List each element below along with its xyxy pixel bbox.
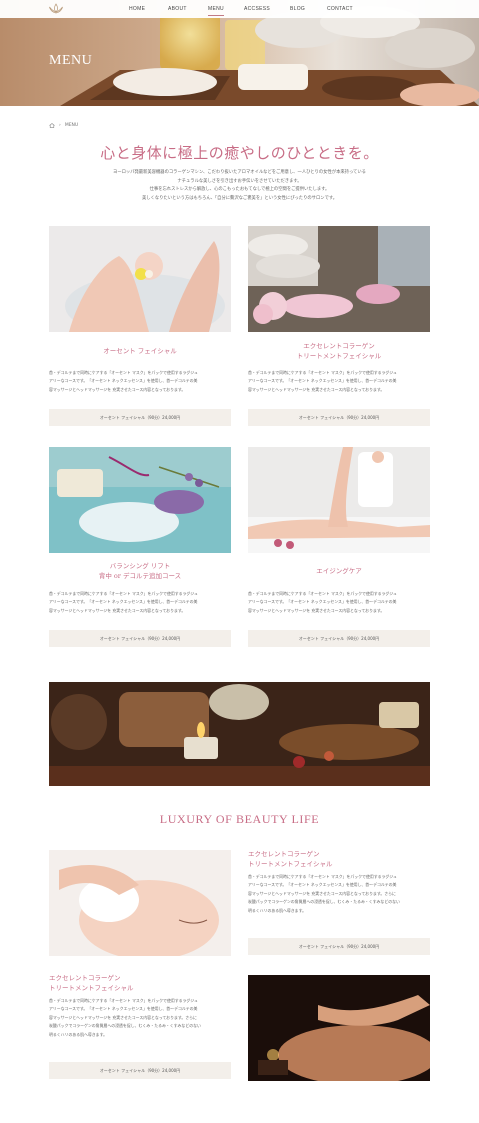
intro-line: 仕事を忘れストレスから解放し、心のこもったおもてなしで極上の空間をご提供いたしま… bbox=[149, 187, 330, 193]
breadcrumb: › MENU bbox=[49, 123, 78, 128]
card-description: 首・デコルテまで同時にケアする「オーセント マスク」をパックで使用するラグジュ … bbox=[49, 369, 231, 394]
nav-contact[interactable]: CONTACT bbox=[327, 6, 353, 12]
card-text-line: アリーなコースです。「オーセント ネックエッセンス」を使用し、首～デコルテの美 bbox=[49, 378, 198, 384]
nav-blog[interactable]: BLOG bbox=[290, 6, 305, 12]
luxury-text-line: 明るくハリのある肌へ導きます。 bbox=[49, 1031, 107, 1037]
card-title: エクセレントコラーゲン トリートメントフェイシャル bbox=[296, 342, 382, 360]
card-text-line: アリーなコースです。「オーセント ネックエッセンス」を使用し、首～デコルテの美 bbox=[248, 599, 397, 605]
luxury-text-line: 明るくハリのある肌へ導きます。 bbox=[248, 907, 306, 913]
luxury-text-line: 容マッサージとヘッドマッサージを 充実させたコース内容となっております。さらに bbox=[248, 890, 396, 896]
nav-home[interactable]: HOME bbox=[129, 6, 145, 12]
intro-line: ヨーロッパ発最新美容機器のコラーゲンマシン、こだわり抜いたアロマオイルなどをご用… bbox=[113, 170, 366, 175]
home-icon[interactable] bbox=[49, 123, 55, 128]
card-description: 首・デコルテまで同時にケアする「オーセント マスク」をパックで使用するラグジュ … bbox=[248, 369, 430, 394]
luxury-text-line: 首・デコルテまで同時にケアする「オーセント マスク」をパックで使用するラグジュ bbox=[248, 874, 397, 879]
card-title: バランシング リフト 背中 or デコルテ追加コース bbox=[98, 562, 182, 580]
luxury-text-line: 首・デコルテまで同時にケアする「オーセント マスク」をパックで使用するラグジュ bbox=[49, 998, 198, 1003]
breadcrumb-current: MENU bbox=[64, 123, 79, 128]
card-title: エイジングケア bbox=[316, 567, 362, 575]
luxury-text-line: アリーなコースです。「オーセント ネックエッセンス」を使用し、首～デコルテの美 bbox=[49, 1006, 198, 1012]
luxury-description: 首・デコルテまで同時にケアする「オーセント マスク」をパックで使用するラグジュ … bbox=[49, 997, 231, 1039]
towels-salt-photo bbox=[248, 226, 430, 332]
luxury-description: 首・デコルテまで同時にケアする「オーセント マスク」をパックで使用するラグジュ … bbox=[248, 873, 430, 915]
intro-text: ヨーロッパ発最新美容機器のコラーゲンマシン、こだわり抜いたアロマオイルなどをご用… bbox=[0, 169, 479, 203]
card-text-line: アリーなコースです。「オーセント ネックエッセンス」を使用し、首～デコルテの美 bbox=[248, 378, 397, 384]
luxury-text-line: アリーなコースです。「オーセント ネックエッセンス」を使用し、首～デコルテの美 bbox=[248, 882, 397, 888]
nav-access[interactable]: ACCSESS bbox=[244, 6, 270, 12]
nav-menu[interactable]: MENU bbox=[208, 6, 224, 15]
card-text-line: 容マッサージとヘッドマッサージを 充実させたコース内容となっております。 bbox=[49, 386, 186, 392]
price-button[interactable]: オーセント フェイシャル（90分）24,000円 bbox=[49, 1062, 231, 1079]
luxury-text-line: 炭酸パックでコラーゲンの角質層への浸透を促し、むくみ・たるみ・くすみなどのない bbox=[49, 1023, 201, 1029]
card-text-line: 容マッサージとヘッドマッサージを 充実させたコース内容となっております。 bbox=[248, 386, 385, 392]
card-image-facial bbox=[49, 226, 231, 332]
card-text-line: 首・デコルテまで同時にケアする「オーセント マスク」をパックで使用するラグジュ bbox=[49, 370, 198, 375]
card-image-aging bbox=[248, 447, 430, 553]
card-text-line: 容マッサージとヘッドマッサージを 充実させたコース内容となっております。 bbox=[49, 607, 186, 613]
luxury-image-back bbox=[248, 975, 430, 1081]
lotus-icon[interactable] bbox=[48, 3, 64, 15]
price-button[interactable]: オーセント フェイシャル（90分）24,000円 bbox=[248, 409, 430, 426]
main-headline: 心と身体に極上の癒やしのひとときを。 bbox=[100, 144, 379, 162]
intro-line: ナチュラルな美しさを引き出すお手伝いをさせていただきます。 bbox=[177, 178, 302, 184]
luxury-image-facial bbox=[49, 850, 231, 956]
luxury-text-line: 炭酸パックでコラーゲンの角質層への浸透を促し、むくみ・たるみ・くすみなどのない bbox=[248, 899, 400, 905]
card-text-line: アリーなコースです。「オーセント ネックエッセンス」を使用し、首～デコルテの美 bbox=[49, 599, 198, 605]
card-text-line: 容マッサージとヘッドマッサージを 充実させたコース内容となっております。 bbox=[248, 607, 385, 613]
card-text-line: 首・デコルテまで同時にケアする「オーセント マスク」をパックで使用するラグジュ bbox=[248, 591, 397, 596]
candle-spa-photo bbox=[49, 682, 430, 786]
top-nav: HOME ABOUT MENU ACCSESS BLOG CONTACT bbox=[0, 0, 479, 18]
luxury-heading: LUXURY OF BEAUTY LIFE bbox=[159, 812, 320, 826]
luxury-title: エクセレントコラーゲン トリートメントフェイシャル bbox=[49, 974, 134, 992]
intro-line: 美しくなりたいという方はもちろん、「自分に贅沢なご褒美を」という女性にぴったりの… bbox=[141, 195, 338, 201]
luxury-text-line: 容マッサージとヘッドマッサージを 充実させたコース内容となっております。さらに bbox=[49, 1014, 197, 1020]
breadcrumb-separator: › bbox=[59, 123, 61, 128]
price-button[interactable]: オーセント フェイシャル（90分）24,000円 bbox=[248, 938, 430, 955]
card-image-lift bbox=[49, 447, 231, 553]
price-button[interactable]: オーセント フェイシャル（90分）24,000円 bbox=[248, 630, 430, 647]
price-button[interactable]: オーセント フェイシャル（90分）24,000円 bbox=[49, 630, 231, 647]
card-text-line: 首・デコルテまで同時にケアする「オーセント マスク」をパックで使用するラグジュ bbox=[49, 591, 198, 596]
card-image-collagen bbox=[248, 226, 430, 332]
face-massage-photo bbox=[49, 850, 231, 956]
massage-photo bbox=[248, 447, 430, 553]
spa-banner bbox=[49, 682, 430, 786]
price-button[interactable]: オーセント フェイシャル（90分）24,000円 bbox=[49, 409, 231, 426]
card-text-line: 首・デコルテまで同時にケアする「オーセント マスク」をパックで使用するラグジュ bbox=[248, 370, 397, 375]
luxury-title: エクセレントコラーゲン トリートメントフェイシャル bbox=[248, 850, 333, 868]
back-massage-photo bbox=[248, 975, 430, 1081]
page-title: MENU bbox=[49, 53, 93, 68]
card-description: 首・デコルテまで同時にケアする「オーセント マスク」をパックで使用するラグジュ … bbox=[49, 590, 231, 615]
hands-photo bbox=[49, 226, 231, 332]
nav-about[interactable]: ABOUT bbox=[168, 6, 187, 12]
card-description: 首・デコルテまで同時にケアする「オーセント マスク」をパックで使用するラグジュ … bbox=[248, 590, 430, 615]
card-title: オーセント フェイシャル bbox=[103, 347, 177, 355]
soap-lavender-photo bbox=[49, 447, 231, 553]
